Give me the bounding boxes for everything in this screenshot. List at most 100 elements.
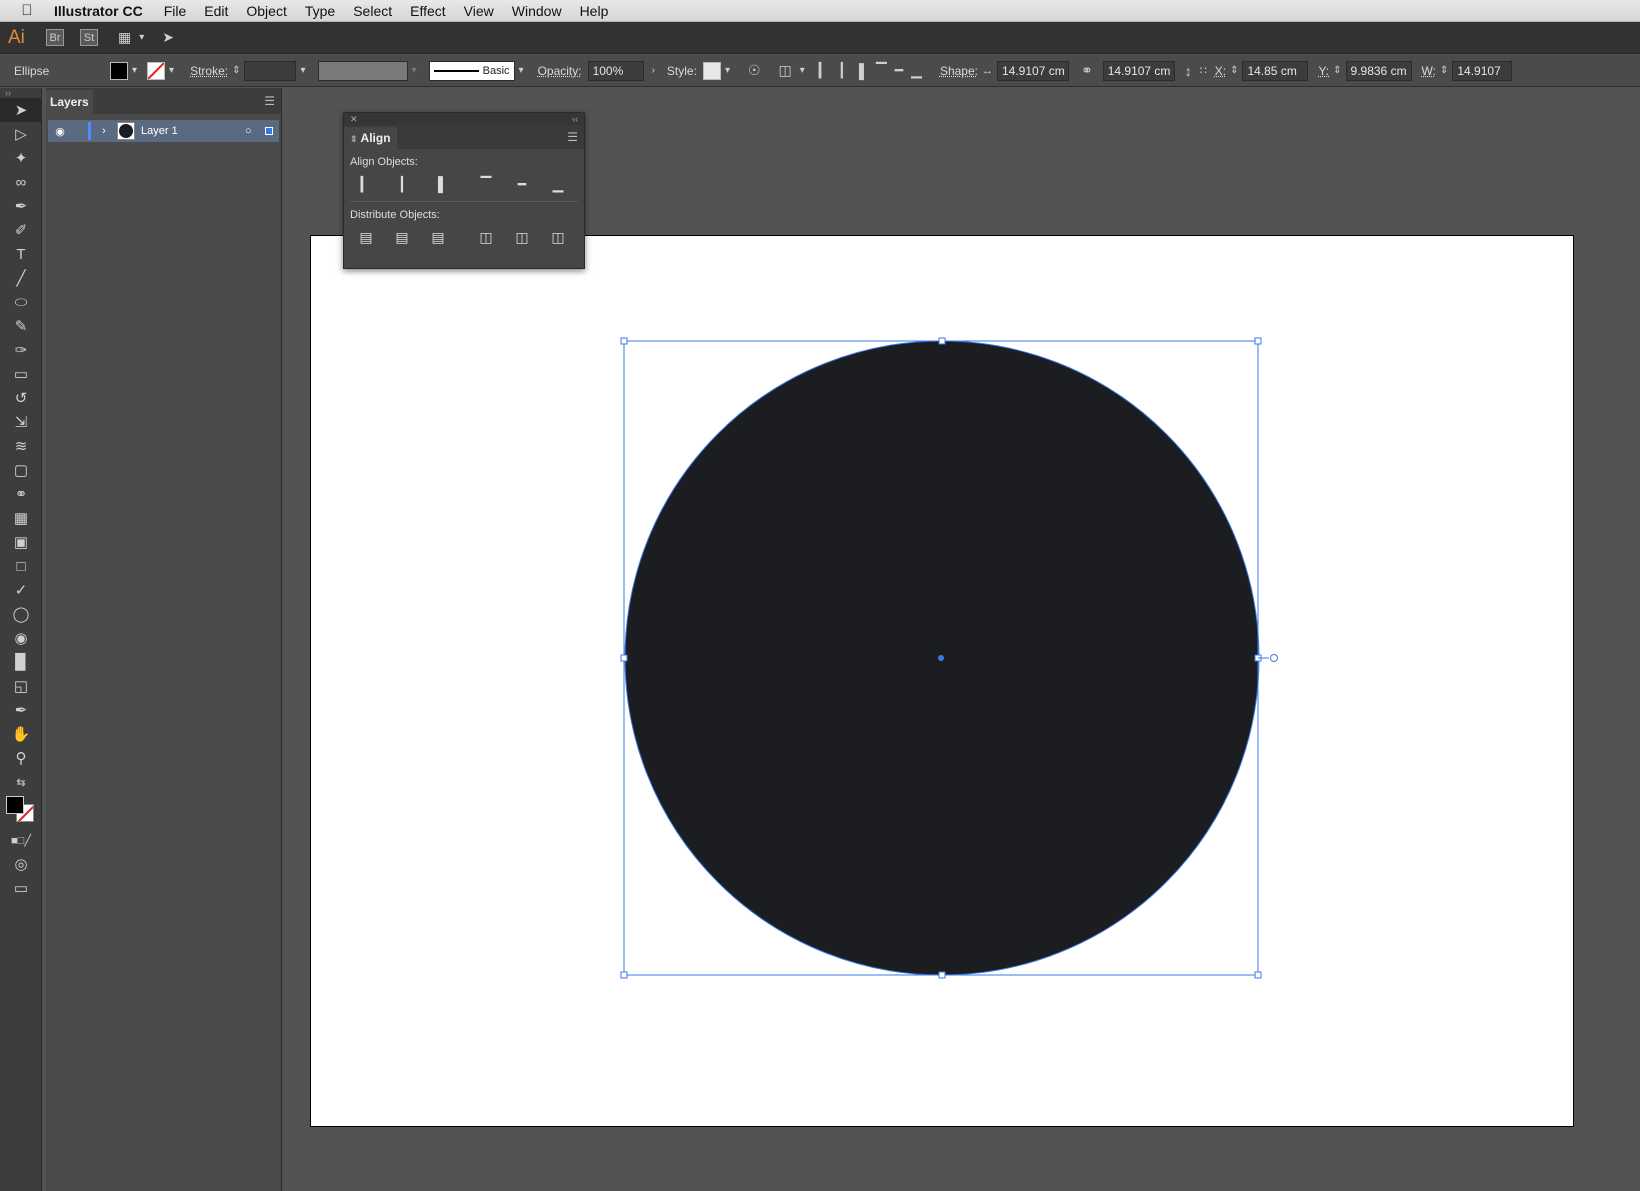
mesh-tool-icon[interactable]: ▣ [0,530,42,554]
constrain-link-icon[interactable]: ⚭ [1081,62,1093,79]
eyedropper-tool-icon[interactable]: ✓ [0,578,42,602]
brush-definition[interactable]: Basic [428,60,515,81]
visibility-eye-icon[interactable]: ◉ [48,125,72,138]
align-bottom-icon[interactable]: ▁ [911,62,922,79]
selection-tool-icon[interactable]: ➤ [0,98,42,122]
ellipse-tool-icon[interactable]: ⬭ [0,290,42,314]
artboard-tool-icon[interactable]: ◱ [0,674,42,698]
horizontal-distribute-right-icon[interactable]: ◫ [540,225,576,249]
stroke-label[interactable]: Stroke: [190,64,228,78]
direct-selection-tool-icon[interactable]: ▷ [0,122,42,146]
align-top-icon[interactable]: ▔ [876,62,887,79]
profile-dropdown-icon[interactable]: ▾ [412,65,417,76]
zoom-tool-icon[interactable]: ⚲ [0,746,42,770]
blend-tool-icon[interactable]: ◯ [0,602,42,626]
graphic-style-swatch[interactable] [702,61,721,80]
x-stepper-icon[interactable]: ⇕ [1230,65,1238,76]
menu-type[interactable]: Type [296,3,344,19]
chevron-down-icon[interactable]: ▾ [139,32,144,43]
gradient-tool-icon[interactable]: □ [0,554,42,578]
panel-menu-icon[interactable]: ☰ [264,94,281,114]
panel-collapse-icon[interactable]: ›› [0,88,41,98]
variable-width-profile[interactable] [317,60,408,81]
y-stepper-icon[interactable]: ⇕ [1333,65,1341,76]
vertical-align-top-icon[interactable]: ▔ [468,172,504,196]
vertical-align-center-icon[interactable]: ━ [504,172,540,196]
line-segment-tool-icon[interactable]: ╱ [0,266,42,290]
style-dropdown-icon[interactable]: ▾ [725,65,730,76]
horizontal-align-left-icon[interactable]: ▎ [348,172,384,196]
menu-window[interactable]: Window [503,3,571,19]
menu-view[interactable]: View [455,3,503,19]
y-input[interactable]: 9.9836 cm [1345,60,1412,81]
scale-tool-icon[interactable]: ⇲ [0,410,42,434]
collapse-panel-icon[interactable]: ‹‹ [572,113,578,125]
magic-wand-tool-icon[interactable]: ✦ [0,146,42,170]
recolor-artwork-icon[interactable]: ☉ [748,62,761,79]
vertical-distribute-bottom-icon[interactable]: ▤ [420,225,456,249]
selection-indicator[interactable] [265,127,273,135]
menu-edit[interactable]: Edit [195,3,237,19]
x-input[interactable]: 14.85 cm [1242,60,1309,81]
w-stepper-icon[interactable]: ⇕ [1440,65,1448,76]
eraser-tool-icon[interactable]: ▭ [0,362,42,386]
opacity-arrow-icon[interactable]: › [652,65,655,76]
perspective-grid-tool-icon[interactable]: ▦ [0,506,42,530]
stroke-dropdown-icon[interactable]: ▾ [169,65,174,76]
layer-row[interactable]: ◉ › Layer 1 ○ [48,120,279,142]
fill-swatch[interactable] [110,61,128,80]
fill-stroke-swatches[interactable] [0,794,41,828]
menu-object[interactable]: Object [237,3,295,19]
vertical-align-bottom-icon[interactable]: ▁ [540,172,576,196]
w-label[interactable]: W: [1422,64,1436,78]
rotate-tool-icon[interactable]: ↺ [0,386,42,410]
type-tool-icon[interactable]: T [0,242,42,266]
shape-builder-tool-icon[interactable]: ⚭ [0,482,42,506]
stock-button[interactable]: St [80,29,98,46]
vertical-distribute-center-icon[interactable]: ▤ [384,225,420,249]
stroke-stepper-icon[interactable]: ⇕ [232,65,240,76]
pen-tool-icon[interactable]: ✒ [0,194,42,218]
horizontal-distribute-left-icon[interactable]: ◫ [468,225,504,249]
shape-label[interactable]: Shape: [940,64,978,78]
align-panel-menu-icon[interactable]: ☰ [567,130,584,149]
menu-select[interactable]: Select [344,3,401,19]
workspace-layout-icon[interactable]: ▦ [118,29,131,46]
color-mode-icon[interactable]: ■□╱ [0,828,42,852]
lasso-tool-icon[interactable]: ∞ [0,170,42,194]
stroke-swatch[interactable] [147,61,166,80]
warp-tool-icon[interactable]: ≋ [0,434,42,458]
vertical-distribute-top-icon[interactable]: ▤ [348,225,384,249]
layer-name[interactable]: Layer 1 [141,125,245,137]
menu-effect[interactable]: Effect [401,3,455,19]
align-vcenter-icon[interactable]: ━ [895,62,903,79]
bridge-button[interactable]: Br [46,29,64,46]
slice-tool-icon[interactable]: ✒ [0,698,42,722]
symbol-sprayer-tool-icon[interactable]: ◉ [0,626,42,650]
close-icon[interactable]: ✕ [350,113,358,125]
layers-tab[interactable]: Layers [46,90,93,114]
align-to-icon[interactable]: ◫ [779,62,792,79]
fill-dropdown-icon[interactable]: ▾ [132,65,137,76]
align-tab[interactable]: ⇕ Align [344,127,397,149]
curvature-tool-icon[interactable]: ✐ [0,218,42,242]
artboard[interactable] [310,235,1574,1127]
horizontal-distribute-center-icon[interactable]: ◫ [504,225,540,249]
horizontal-align-right-icon[interactable]: ▐ [420,172,456,196]
screen-mode-icon[interactable]: ▭ [0,876,42,900]
target-circle-icon[interactable]: ○ [245,125,259,137]
send-feather-icon[interactable]: ➤ [162,29,174,46]
horizontal-align-center-icon[interactable]: ┃ [384,172,420,196]
opacity-input[interactable]: 100% [587,60,644,81]
align-hcenter-icon[interactable]: ┃ [838,62,846,79]
fill-color-box[interactable] [6,796,24,814]
shape-width-input[interactable]: 14.9107 cm [996,60,1069,81]
shaper-tool-icon[interactable]: ✑ [0,338,42,362]
menu-help[interactable]: Help [571,3,618,19]
apple-icon[interactable]:  [0,2,54,19]
shape-height-input[interactable]: 14.9107 cm [1102,60,1175,81]
paintbrush-tool-icon[interactable]: ✎ [0,314,42,338]
align-to-dropdown-icon[interactable]: ▾ [800,65,805,76]
brush-dropdown-icon[interactable]: ▾ [519,65,524,76]
stroke-weight-dropdown-icon[interactable]: ▾ [300,65,305,76]
